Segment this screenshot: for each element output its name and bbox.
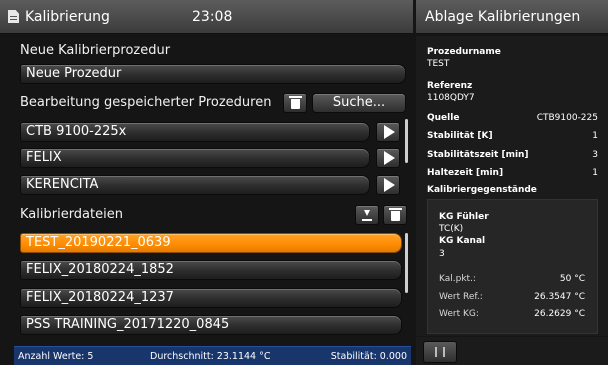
reference-label: Referenz (427, 81, 473, 91)
procedure-name-value: TEST (427, 59, 450, 69)
new-procedure-button[interactable]: Neue Prozedur (20, 64, 406, 84)
file-item[interactable]: FELIX_20180224_1237 (20, 288, 402, 308)
cal-point-value: 50 °C (559, 274, 585, 284)
procedure-item[interactable]: KERENCITA (20, 175, 370, 195)
reference-value: 1108QDY7 (427, 93, 475, 103)
files-scrollbar[interactable] (405, 233, 408, 293)
files-label: Kalibrierdateien (20, 207, 123, 222)
procedure-item[interactable]: CTB 9100-225x (20, 122, 370, 142)
stability-time-value: 3 (592, 150, 598, 160)
source-label: Quelle (427, 113, 460, 123)
archive-header: Ablage Kalibrierungen (416, 0, 608, 34)
stability-time-label: Stabilitätszeit [min] (427, 150, 529, 160)
stability-label: Stabilität [K] (427, 131, 493, 141)
play-procedure-button[interactable] (376, 175, 400, 195)
download-icon (362, 209, 372, 221)
document-icon (8, 10, 19, 23)
source-value: CTB9100-225 (536, 113, 598, 123)
hold-time-label: Haltezeit [min] (427, 168, 504, 178)
play-icon (383, 125, 395, 139)
status-stability: Stabilität: 0.000 (330, 351, 407, 362)
search-button[interactable]: Suche... (312, 93, 406, 113)
download-button[interactable] (355, 205, 379, 225)
file-item-selected[interactable]: TEST_20190221_0639 (20, 233, 402, 253)
play-icon (383, 151, 395, 165)
main-header: Kalibrierung 23:08 (0, 0, 413, 34)
cal-point-label: Kal.pkt.: (439, 274, 476, 284)
delete-procedure-button[interactable] (283, 93, 307, 113)
archive-title: Ablage Kalibrierungen (425, 8, 581, 25)
play-procedure-button[interactable] (376, 148, 400, 168)
status-average: Durchschnitt: 23.1144 °C (150, 351, 271, 362)
trash-icon (288, 96, 302, 109)
status-bar: Anzahl Werte: 5 Durchschnitt: 23.1144 °C… (14, 346, 411, 365)
ref-value-label: Wert Ref.: (439, 292, 483, 302)
new-procedure-label: Neue Kalibrierprozedur (20, 43, 171, 58)
archive-tool-button[interactable] (423, 341, 457, 363)
procedure-item[interactable]: FELIX (20, 148, 370, 168)
ref-value: 26.3547 °C (534, 292, 585, 302)
channel-value: 3 (439, 249, 445, 259)
header-title: Kalibrierung (25, 8, 110, 25)
kg-value-label: Wert KG: (439, 309, 479, 319)
trash-icon (388, 208, 402, 221)
sensor-label: KG Fühler (439, 212, 489, 222)
procedure-name-label: Prozedurname (427, 47, 501, 57)
saved-procedures-label: Bearbeitung gespeicherter Prozeduren (20, 95, 272, 110)
hold-time-value: 1 (592, 168, 598, 178)
file-item[interactable]: PSS TRAINING_20171220_0845 (20, 315, 402, 335)
file-item[interactable]: FELIX_20180224_1852 (20, 260, 402, 280)
kg-value: 26.2629 °C (534, 309, 585, 319)
calibration-items-label: Kalibriergegenstände (427, 185, 537, 195)
channel-label: KG Kanal (439, 236, 486, 246)
delete-file-button[interactable] (383, 205, 407, 225)
status-count: Anzahl Werte: 5 (18, 351, 94, 362)
header-time: 23:08 (192, 8, 233, 25)
sensor-value: TC(K) (439, 224, 464, 234)
calibration-item-card[interactable]: KG Fühler TC(K) KG Kanal 3 Kal.pkt.: 50 … (427, 199, 598, 334)
play-icon (383, 178, 395, 192)
play-procedure-button[interactable] (376, 122, 400, 142)
procedures-scrollbar[interactable] (405, 119, 408, 163)
grip-icon (435, 347, 445, 357)
stability-value: 1 (592, 131, 598, 141)
